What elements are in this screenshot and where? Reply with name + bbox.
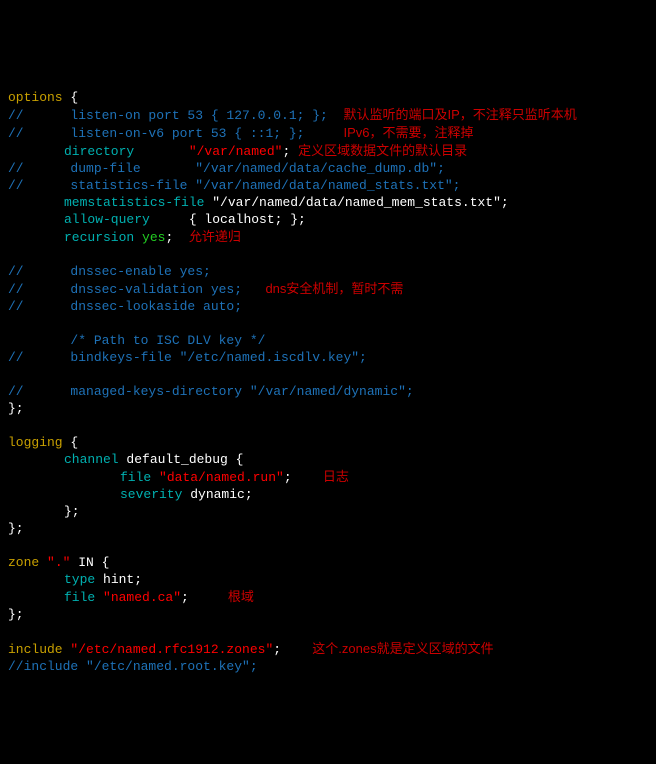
annotation: 这个.zones就是定义区域的文件 — [312, 641, 493, 656]
text: hint; — [95, 572, 142, 587]
keyword-options: options — [8, 90, 63, 105]
brace: { — [63, 435, 79, 450]
code-line: severity dynamic; — [8, 487, 253, 502]
code-line: allow-query { localhost; }; — [8, 212, 306, 227]
code-line: file "named.ca"; 根域 — [8, 590, 254, 605]
code-line: recursion yes; 允许递归 — [8, 230, 241, 245]
annotation: IPv6，不需要，注释掉 — [343, 125, 473, 140]
comment: // listen-on-v6 port 53 { ::1; }; — [8, 126, 304, 141]
comment: // dump-file "/var/named/data/cache_dump… — [8, 161, 445, 176]
string: "/var/named" — [189, 144, 283, 159]
code-line: file "data/named.run"; 日志 — [8, 470, 349, 485]
code-line: // dnssec-lookaside auto; — [8, 299, 242, 314]
code-line: type hint; — [8, 572, 142, 587]
directive: file — [64, 590, 95, 605]
string: "/var/named/data/named_mem_stats.txt" — [212, 195, 501, 210]
annotation: 根域 — [228, 589, 254, 604]
value: yes — [134, 230, 165, 245]
semi: ; — [273, 642, 281, 657]
code-line: options { — [8, 90, 78, 105]
directive: recursion — [64, 230, 134, 245]
keyword-include: include — [8, 642, 63, 657]
annotation: 默认监听的端口及IP，不注释只监听本机 — [343, 107, 576, 122]
comment: // statistics-file "/var/named/data/name… — [8, 178, 460, 193]
code-line: /* Path to ISC DLV key */ — [8, 333, 265, 348]
blank-line — [8, 247, 16, 262]
code-line: // dump-file "/var/named/data/cache_dump… — [8, 161, 445, 176]
semi: ; — [181, 590, 189, 605]
directive: file — [120, 470, 151, 485]
code-line: }; — [8, 504, 80, 519]
directive: allow-query — [64, 212, 150, 227]
code-block: options { // listen-on port 53 { 127.0.0… — [8, 72, 656, 675]
comment: //include "/etc/named.root.key"; — [8, 659, 258, 674]
code-line: //include "/etc/named.root.key"; — [8, 659, 258, 674]
keyword-zone: zone — [8, 555, 39, 570]
text: IN { — [70, 555, 109, 570]
code-line: include "/etc/named.rfc1912.zones"; 这个.z… — [8, 642, 494, 657]
blank-line — [8, 316, 16, 331]
blank-line — [8, 624, 16, 639]
directive: channel — [64, 452, 119, 467]
string: "data/named.run" — [151, 470, 284, 485]
brace: }; — [8, 607, 24, 622]
code-line: directory "/var/named"; 定义区域数据文件的默认目录 — [8, 144, 467, 159]
blank-line — [8, 367, 16, 382]
blank-line — [8, 538, 16, 553]
semi: ; — [501, 195, 509, 210]
code-line: // listen-on port 53 { 127.0.0.1; }; 默认监… — [8, 108, 577, 123]
semi: ; — [282, 144, 290, 159]
code-line: channel default_debug { — [8, 452, 243, 467]
code-line: // dnssec-enable yes; — [8, 264, 211, 279]
code-line: memstatistics-file "/var/named/data/name… — [8, 195, 509, 210]
code-line: }; — [8, 521, 24, 536]
code-line: // statistics-file "/var/named/data/name… — [8, 178, 460, 193]
annotation: 定义区域数据文件的默认目录 — [298, 143, 467, 158]
comment: // dnssec-validation yes; — [8, 282, 242, 297]
comment: // dnssec-enable yes; — [8, 264, 211, 279]
annotation: 日志 — [323, 469, 349, 484]
code-line: // bindkeys-file "/etc/named.iscdlv.key"… — [8, 350, 367, 365]
directive: memstatistics-file — [64, 195, 204, 210]
directive: severity — [120, 487, 182, 502]
code-line: }; — [8, 607, 24, 622]
comment: // bindkeys-file "/etc/named.iscdlv.key"… — [8, 350, 367, 365]
brace: { — [63, 90, 79, 105]
comment: // dnssec-lookaside auto; — [8, 299, 242, 314]
comment: // listen-on port 53 { 127.0.0.1; }; — [8, 108, 328, 123]
directive: type — [64, 572, 95, 587]
blank-line — [8, 418, 16, 433]
code-line: // listen-on-v6 port 53 { ::1; }; IPv6，不… — [8, 126, 473, 141]
comment: /* Path to ISC DLV key */ — [8, 333, 265, 348]
semi: ; — [165, 230, 173, 245]
annotation: 允许递归 — [189, 229, 241, 244]
brace: }; — [64, 504, 80, 519]
code-line: logging { — [8, 435, 78, 450]
code-line: // managed-keys-directory "/var/named/dy… — [8, 384, 414, 399]
string: "." — [39, 555, 70, 570]
brace: }; — [8, 401, 24, 416]
string: "/etc/named.rfc1912.zones" — [63, 642, 274, 657]
string: "named.ca" — [95, 590, 181, 605]
text: { localhost; }; — [150, 212, 306, 227]
code-line: }; — [8, 401, 24, 416]
text: dynamic; — [182, 487, 252, 502]
comment: // managed-keys-directory "/var/named/dy… — [8, 384, 414, 399]
semi: ; — [284, 470, 292, 485]
brace: }; — [8, 521, 24, 536]
keyword-logging: logging — [8, 435, 63, 450]
code-line: // dnssec-validation yes; dns安全机制，暂时不需 — [8, 282, 403, 297]
text: default_debug { — [119, 452, 244, 467]
directive: directory — [64, 144, 134, 159]
annotation: dns安全机制，暂时不需 — [265, 281, 403, 296]
code-line: zone "." IN { — [8, 555, 109, 570]
